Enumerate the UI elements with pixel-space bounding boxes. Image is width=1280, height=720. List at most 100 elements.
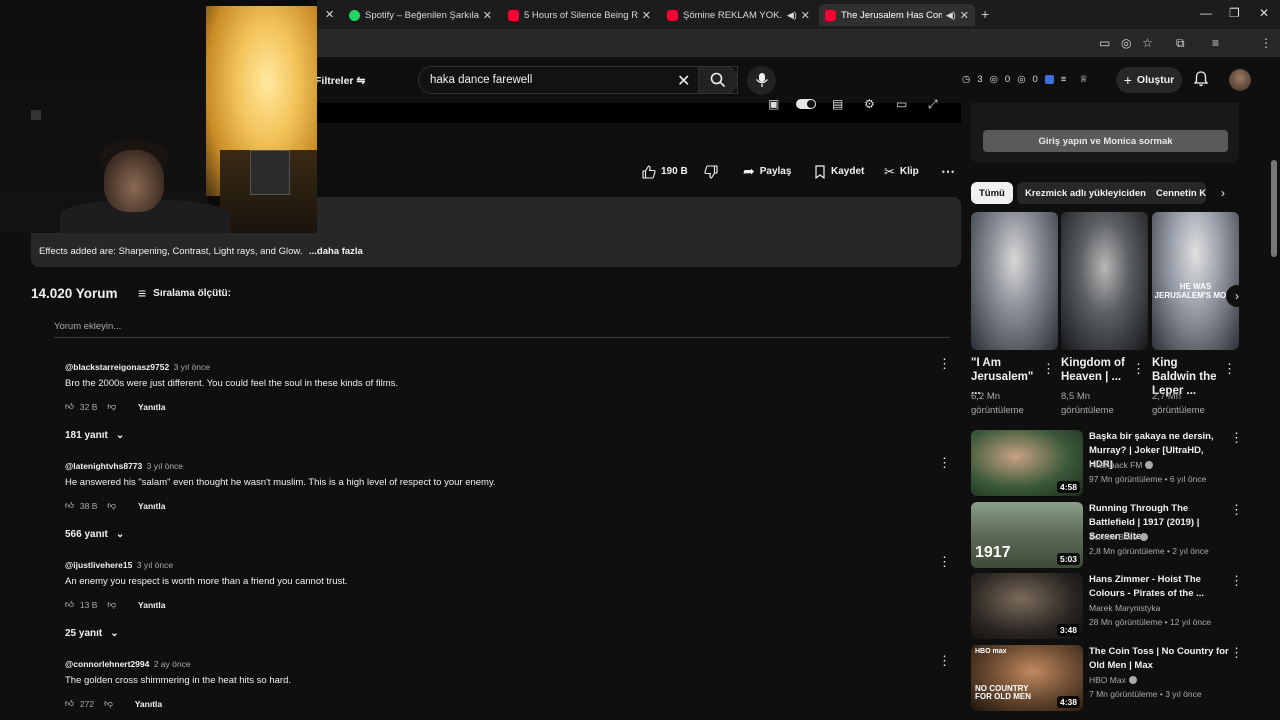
close-window-icon[interactable]: ✕ — [1259, 6, 1269, 20]
subtitles-icon[interactable]: ▣ — [768, 97, 779, 111]
thumbs-up-icon[interactable]: 👍︎ — [65, 401, 74, 412]
comment-time[interactable]: 2 ay önce — [154, 659, 191, 669]
search-button[interactable] — [698, 66, 738, 94]
related-video[interactable]: HBO max NO COUNTRY FOR OLD MEN 4:38 The … — [971, 645, 1243, 711]
comment-author[interactable]: @blackstarreigonasz9752 — [65, 362, 169, 372]
thumbs-up-icon[interactable]: 👍︎ — [65, 599, 74, 610]
chevron-right-icon[interactable]: › — [1226, 285, 1248, 307]
eye-off-icon[interactable]: ◎ — [1121, 36, 1131, 50]
extensions-icon[interactable]: ⧉ — [1176, 36, 1185, 51]
browser-tab-spotify[interactable]: Spotify – Beğenilen Şarkılar ✕ — [343, 4, 498, 26]
reply-button[interactable]: Yanıtla — [138, 402, 165, 412]
filters-button[interactable]: Filtreler ⇋ — [315, 75, 365, 87]
browser-tab-somine[interactable]: Şömine REKLAM YOK. R ◀) ✕ — [661, 4, 816, 26]
theater-mode-icon[interactable]: ▭ — [896, 97, 907, 111]
minimize-icon[interactable]: — — [1200, 6, 1212, 20]
video-channel[interactable]: HBO Max — [1089, 675, 1137, 685]
comment-time[interactable]: 3 yıl önce — [147, 461, 183, 471]
playlist-icon[interactable]: ≡ — [1212, 36, 1219, 50]
save-button[interactable]: Kaydet — [814, 160, 864, 183]
related-video[interactable]: 3:48 Hans Zimmer - Hoist The Colours - P… — [971, 573, 1243, 639]
shelf-thumbnail[interactable]: HE WAS JERUSALEM'S MOST — [1152, 212, 1239, 350]
video-channel[interactable]: Marek Marynistyka — [1089, 603, 1160, 613]
more-vert-icon[interactable]: ⋮ — [1260, 36, 1272, 50]
add-comment-input[interactable]: Yorum ekleyin... — [54, 321, 950, 338]
comment-author[interactable]: @ijustlivehere15 — [65, 560, 132, 570]
more-vert-icon[interactable]: ⋮ — [938, 455, 951, 471]
comment-author[interactable]: @latenightvhs8773 — [65, 461, 142, 471]
new-tab-button[interactable]: + — [981, 6, 989, 22]
settings-gear-icon[interactable]: ⚙ — [864, 97, 875, 111]
browser-tab-silence[interactable]: 5 Hours of Silence Being Rande ✕ — [502, 4, 657, 26]
reply-button[interactable]: Yanıtla — [135, 699, 162, 709]
comment-time[interactable]: 3 yıl önce — [174, 362, 210, 372]
video-thumbnail[interactable]: 4:58 — [971, 430, 1083, 496]
related-video[interactable]: 4:58 Başka bir şakaya ne dersin, Murray?… — [971, 430, 1243, 496]
thumbs-up-icon[interactable]: 👍︎ — [65, 500, 74, 511]
thumbs-down-icon[interactable]: 👎︎ — [104, 698, 113, 709]
description-more-link[interactable]: ...daha fazla — [309, 246, 363, 257]
comment-time[interactable]: 3 yıl önce — [137, 560, 173, 570]
more-vert-icon[interactable]: ⋮ — [1132, 361, 1145, 377]
chevron-right-icon[interactable]: › — [1212, 182, 1234, 204]
more-vert-icon[interactable]: ⋮ — [1223, 361, 1236, 377]
sort-comments-button[interactable]: ≡ Sıralama ölçütü: — [138, 285, 231, 301]
create-button[interactable]: + Oluştur — [1116, 67, 1182, 93]
more-vert-icon[interactable]: ⋮ — [938, 554, 951, 570]
thumbs-down-icon[interactable]: 👎︎ — [107, 500, 116, 511]
thumbs-down-icon[interactable]: 👎︎ — [107, 401, 116, 412]
more-vert-icon[interactable]: ⋮ — [938, 653, 951, 669]
reply-button[interactable]: Yanıtla — [138, 501, 165, 511]
close-icon[interactable]: ✕ — [801, 9, 810, 22]
more-vert-icon[interactable]: ⋮ — [1230, 430, 1243, 446]
captions-icon[interactable]: ▤ — [832, 97, 843, 111]
shelf-thumbnail[interactable] — [971, 212, 1058, 350]
video-thumbnail[interactable]: 1917 5:03 — [971, 502, 1083, 568]
page-scrollbar[interactable] — [1271, 160, 1277, 257]
fullscreen-icon[interactable]: ⤢ — [928, 97, 938, 112]
view-replies-button[interactable]: 566 yanıt ⌄ — [65, 529, 124, 540]
chip-related[interactable]: Cennetin K — [1148, 182, 1206, 204]
chip-all[interactable]: Tümü — [971, 182, 1013, 204]
view-replies-button[interactable]: 181 yanıt ⌄ — [65, 430, 124, 441]
search-input[interactable]: haka dance farewell ✕ — [418, 66, 738, 94]
monica-login-button[interactable]: Giriş yapın ve Monica sormak — [983, 130, 1228, 152]
video-title[interactable]: The Coin Toss | No Country for Old Men |… — [1089, 645, 1229, 673]
shelf-title[interactable]: Kingdom of Heaven | ... — [1061, 356, 1131, 384]
voice-search-button[interactable] — [747, 66, 776, 95]
comment-author[interactable]: @connorlehnert2994 — [65, 659, 149, 669]
clip-button[interactable]: ✂ Klip — [884, 160, 919, 183]
browser-tab-jerusalem[interactable]: The Jerusalem Has Come 4 ◀) ✕ — [819, 4, 975, 26]
dislike-button[interactable] — [704, 160, 718, 183]
shelf-thumbnail[interactable] — [1061, 212, 1148, 350]
more-vert-icon[interactable]: ⋮ — [1230, 645, 1243, 661]
close-icon[interactable]: ✕ — [642, 9, 651, 22]
view-replies-button[interactable]: 25 yanıt ⌄ — [65, 628, 119, 639]
cast-icon[interactable]: ▭ — [1099, 36, 1110, 50]
more-vert-icon[interactable]: ⋮ — [938, 356, 951, 372]
close-icon[interactable]: ✕ — [325, 8, 334, 21]
star-icon[interactable]: ☆ — [1142, 36, 1153, 50]
more-vert-icon[interactable]: ⋮ — [1230, 573, 1243, 589]
maximize-icon[interactable]: ❐ — [1229, 6, 1240, 20]
share-button[interactable]: ➦ Paylaş — [743, 160, 791, 183]
video-channel[interactable]: Screen Bites — [1089, 532, 1149, 542]
thumbs-down-icon[interactable]: 👎︎ — [107, 599, 116, 610]
chip-uploader[interactable]: Krezmick adlı yükleyiciden — [1017, 182, 1154, 204]
video-thumbnail[interactable]: HBO max NO COUNTRY FOR OLD MEN 4:38 — [971, 645, 1083, 711]
more-vert-icon[interactable]: ⋮ — [1230, 502, 1243, 518]
autoplay-toggle[interactable] — [796, 99, 816, 109]
video-channel[interactable]: Flashback FM — [1089, 460, 1154, 470]
more-actions-button[interactable]: ⋯ — [941, 160, 955, 183]
like-button[interactable]: 190 B — [642, 160, 688, 183]
related-video[interactable]: 1917 5:03 Running Through The Battlefiel… — [971, 502, 1243, 568]
clear-search-icon[interactable]: ✕ — [677, 71, 690, 91]
reply-button[interactable]: Yanıtla — [138, 600, 165, 610]
avatar[interactable] — [1229, 69, 1251, 91]
thumbs-up-icon[interactable]: 👍︎ — [65, 698, 74, 709]
notifications-bell-icon[interactable] — [1194, 71, 1208, 87]
video-thumbnail[interactable]: 3:48 — [971, 573, 1083, 639]
close-icon[interactable]: ✕ — [960, 9, 969, 22]
video-title[interactable]: Hans Zimmer - Hoist The Colours - Pirate… — [1089, 573, 1229, 601]
close-icon[interactable]: ✕ — [483, 9, 492, 22]
